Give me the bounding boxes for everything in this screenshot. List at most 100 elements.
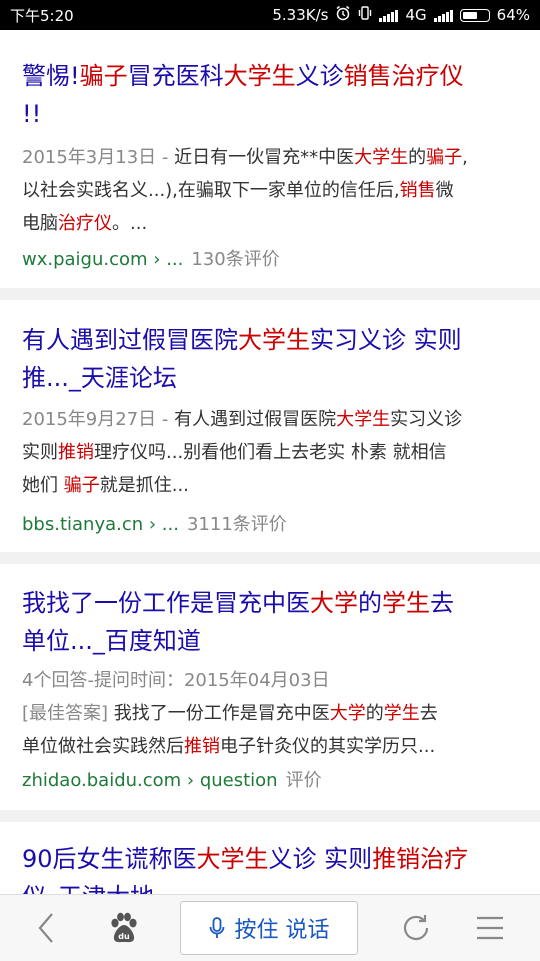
status-bar: 下午5:20 5.33K/s 4G 64% xyxy=(0,0,540,30)
text-segment: 的 xyxy=(408,147,427,168)
microphone-icon xyxy=(209,917,224,938)
result-title-line-1[interactable]: 有人遇到过假冒医院大学生实习义诊 实则 xyxy=(22,321,524,359)
result-source-url[interactable]: bbs.tianya.cn › ... xyxy=(22,514,179,535)
result-snippet: 4个回答-提问时间：2015年04月03日 [最佳答案] 我找了一份工作是冒充中… xyxy=(22,664,522,763)
text-segment: 她们 xyxy=(22,475,64,496)
snippet-line: 2015年9月27日 - 有人遇到过假冒医院大学生实习义诊 xyxy=(22,403,522,436)
bottom-toolbar: du 按住 说话 xyxy=(0,894,540,961)
result-review-count[interactable]: 3111条评价 xyxy=(187,514,287,535)
menu-icon xyxy=(477,916,503,940)
highlight-text: 大学 xyxy=(329,703,366,724)
highlight-text: 治疗仪 xyxy=(58,213,112,234)
text-segment: 实则 xyxy=(22,442,58,463)
result-source[interactable]: zhidao.baidu.com › question 评价 xyxy=(22,768,322,794)
text-segment: 理疗仪吗...别看他们看上去老实 朴素 就相信 xyxy=(94,442,447,463)
result-title-line-1[interactable]: 警惕!骗子冒充医科大学生义诊销售治疗仪 xyxy=(22,57,524,95)
text-segment: 近日有一伙冒充**中医 xyxy=(174,147,355,168)
result-title[interactable]: 有人遇到过假冒医院大学生实习义诊 实则 推..._天涯论坛 xyxy=(22,321,524,397)
highlight-text: 推销 xyxy=(58,442,94,463)
vibrate-icon xyxy=(358,5,372,25)
text-segment: 电脑 xyxy=(22,213,58,234)
status-indicators: 5.33K/s 4G 64% xyxy=(272,5,530,25)
battery-icon xyxy=(459,8,490,22)
text-segment: 电子针灸仪的其实学历只... xyxy=(220,736,436,757)
highlight-text: 大学生 xyxy=(354,147,409,168)
text-segment: 我找了一份工作是冒充中医 xyxy=(113,703,330,724)
result-title[interactable]: 警惕!骗子冒充医科大学生义诊销售治疗仪 !! xyxy=(22,57,524,133)
result-title-line-1[interactable]: 90后女生谎称医大学生义诊 实则推销治疗 xyxy=(22,840,524,878)
back-button[interactable] xyxy=(16,895,76,961)
text-segment: 实习义诊 实则 xyxy=(310,326,462,354)
highlight-text: 大学生 xyxy=(196,845,269,873)
highlight-text: 大学生 xyxy=(336,409,391,430)
results-list[interactable]: 警惕!骗子冒充医科大学生义诊销售治疗仪 !! 2015年3月13日 - 近日有一… xyxy=(0,30,540,894)
refresh-button[interactable] xyxy=(386,895,446,961)
chevron-left-icon xyxy=(38,913,53,943)
result-title-line-2[interactable]: !! xyxy=(22,95,524,133)
highlight-text: 大学生 xyxy=(223,62,296,90)
network-type: 4G xyxy=(405,6,427,24)
result-source[interactable]: wx.paigu.com › ... 130条评价 xyxy=(22,247,280,273)
snippet-line: [最佳答案] 我找了一份工作是冒充中医大学的学生去 xyxy=(22,697,522,730)
baidu-paw-icon: du xyxy=(111,912,137,943)
text-segment: 去 xyxy=(419,703,438,724)
text-segment: 冒充医科 xyxy=(127,62,224,90)
text-segment: 就是抓住... xyxy=(99,475,189,496)
text-segment: 去 xyxy=(430,589,454,617)
result-title[interactable]: 90后女生谎称医大学生义诊 实则推销治疗 仪_天津大地 xyxy=(22,840,524,894)
highlight-text: 销售治疗仪 xyxy=(343,62,464,90)
snippet-line: 单位做社会实践然后推销电子针灸仪的其实学历只... xyxy=(22,730,522,763)
result-review-count[interactable]: 130条评价 xyxy=(191,249,279,270)
result-card-2[interactable]: 有人遇到过假冒医院大学生实习义诊 实则 推..._天涯论坛 2015年9月27日… xyxy=(0,300,540,552)
best-answer-label: [最佳答案] xyxy=(22,703,114,724)
snippet-line: 实则推销理疗仪吗...别看他们看上去老实 朴素 就相信 xyxy=(22,436,522,469)
result-title-line-2[interactable]: 单位..._百度知道 xyxy=(22,622,524,660)
result-title-line-2[interactable]: 仪_天津大地 xyxy=(22,878,524,894)
snippet-line: 她们 骗子就是抓住... xyxy=(22,469,522,502)
voice-input-label: 按住 说话 xyxy=(234,918,330,943)
svg-text:du: du xyxy=(118,932,130,941)
alarm-icon xyxy=(335,5,351,25)
highlight-text: 骗子 xyxy=(79,62,128,90)
text-segment: 以社会实践名义...),在骗取下一家单位的信任后, xyxy=(22,180,400,201)
result-date: 2015年3月13日 - xyxy=(22,147,175,168)
status-time: 下午5:20 xyxy=(10,7,74,25)
result-title-line-2[interactable]: 推..._天涯论坛 xyxy=(22,359,524,397)
baidu-home-button[interactable]: du xyxy=(94,895,154,961)
result-title[interactable]: 我找了一份工作是冒充中医大学的学生去 单位..._百度知道 xyxy=(22,584,524,660)
text-segment: 警惕! xyxy=(22,62,80,90)
text-segment: 义诊 xyxy=(295,62,344,90)
result-review-count[interactable]: 评价 xyxy=(286,770,322,791)
result-card-4[interactable]: 90后女生谎称医大学生义诊 实则推销治疗 仪_天津大地 xyxy=(0,822,540,894)
text-segment: 我找了一份工作是冒充中医 xyxy=(22,589,310,617)
highlight-text: 骗子 xyxy=(426,147,463,168)
battery-percent: 64% xyxy=(496,6,530,24)
result-title-line-1[interactable]: 我找了一份工作是冒充中医大学的学生去 xyxy=(22,584,524,622)
result-date: 2015年9月27日 - xyxy=(22,409,175,430)
snippet-line: 电脑治疗仪。... xyxy=(22,207,522,240)
highlight-text: 推销 xyxy=(184,736,220,757)
highlight-text: 销售 xyxy=(399,180,436,201)
text-segment: 单位做社会实践然后 xyxy=(22,736,184,757)
text-segment: , xyxy=(462,147,468,168)
result-source-url[interactable]: wx.paigu.com › ... xyxy=(22,249,183,270)
text-segment: 90后女生谎称医 xyxy=(22,845,197,873)
voice-input-button[interactable]: 按住 说话 xyxy=(180,901,358,955)
result-card-1[interactable]: 警惕!骗子冒充医科大学生义诊销售治疗仪 !! 2015年3月13日 - 近日有一… xyxy=(0,30,540,288)
menu-button[interactable] xyxy=(460,895,520,961)
result-card-3[interactable]: 我找了一份工作是冒充中医大学的学生去 单位..._百度知道 4个回答-提问时间：… xyxy=(0,564,540,810)
text-segment: 的 xyxy=(358,589,382,617)
text-segment: 义诊 实则 xyxy=(268,845,373,873)
result-source[interactable]: bbs.tianya.cn › ... 3111条评价 xyxy=(22,512,287,538)
highlight-text: 学生 xyxy=(383,703,420,724)
battery-fill xyxy=(462,11,477,19)
snippet-line: 以社会实践名义...),在骗取下一家单位的信任后,销售微 xyxy=(22,174,522,207)
result-source-url[interactable]: zhidao.baidu.com › question xyxy=(22,770,278,791)
text-segment: 有人遇到过假冒医院 xyxy=(22,326,238,354)
result-meta: 4个回答-提问时间：2015年04月03日 xyxy=(22,670,330,691)
highlight-text: 推销治疗 xyxy=(372,845,469,873)
signal-icon xyxy=(379,9,399,22)
highlight-text: 大学生 xyxy=(238,326,310,354)
highlight-text: 骗子 xyxy=(63,475,100,496)
text-segment: 。... xyxy=(112,213,148,234)
